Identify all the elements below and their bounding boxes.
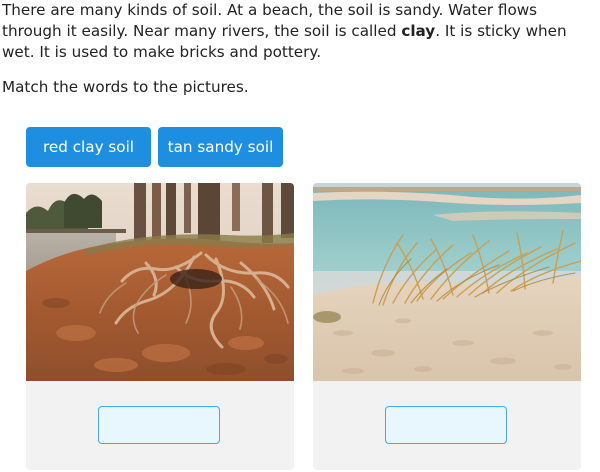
picture-card-sand <box>313 183 581 470</box>
picture-card-clay <box>26 183 294 470</box>
word-tile-red-clay-soil[interactable]: red clay soil <box>26 127 151 167</box>
sandy-beach-photo <box>313 183 581 381</box>
answer-dropzone-sand[interactable] <box>385 406 507 444</box>
answer-dropzone-clay[interactable] <box>98 406 220 444</box>
passage-text: There are many kinds of soil. At a beach… <box>2 0 600 63</box>
word-tile-tan-sandy-soil[interactable]: tan sandy soil <box>158 127 283 167</box>
passage-bold-word: clay <box>401 22 436 40</box>
clay-soil-photo <box>26 183 294 381</box>
instruction-text: Match the words to the pictures. <box>2 78 249 96</box>
